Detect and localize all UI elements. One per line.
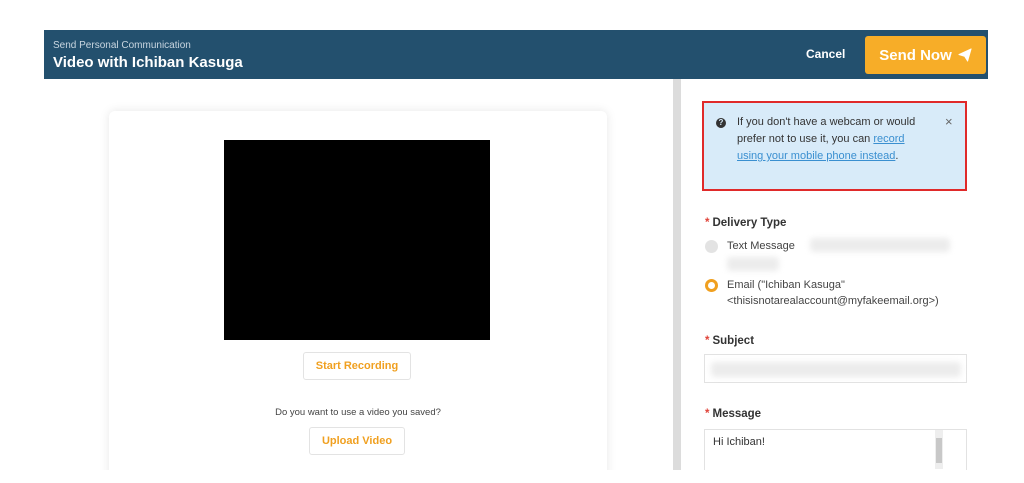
- saved-video-question: Do you want to use a video you saved?: [275, 407, 441, 418]
- message-textarea[interactable]: Hi Ichiban!: [704, 429, 967, 470]
- send-now-label: Send Now: [879, 46, 952, 64]
- redacted-subject: [711, 362, 961, 377]
- header-bar: Send Personal Communication Video with I…: [44, 30, 988, 79]
- text-message-label: Text Message: [727, 240, 795, 252]
- recorder-card: Start Recording Do you want to use a vid…: [109, 111, 607, 470]
- panel-divider[interactable]: [673, 79, 681, 470]
- email-radio[interactable]: [705, 279, 718, 292]
- page-subtitle: Send Personal Communication: [53, 40, 191, 51]
- paper-plane-icon: [958, 48, 972, 62]
- delivery-type-label: * Delivery Type: [705, 217, 786, 229]
- redacted-phone-line2: [727, 257, 779, 271]
- page-title: Video with Ichiban Kasuga: [53, 54, 243, 71]
- close-icon[interactable]: ×: [945, 114, 953, 129]
- question-circle-icon: ?: [716, 118, 726, 128]
- start-recording-button[interactable]: Start Recording: [303, 352, 411, 380]
- required-marker: *: [705, 335, 710, 347]
- alert-text-end: .: [895, 150, 899, 162]
- recorder-panel: Start Recording Do you want to use a vid…: [44, 79, 672, 470]
- cancel-button[interactable]: Cancel: [806, 47, 845, 61]
- subject-input[interactable]: [704, 354, 967, 383]
- redacted-phone: [810, 238, 950, 252]
- message-label: * Message: [705, 408, 761, 420]
- text-message-radio[interactable]: [705, 240, 718, 253]
- video-preview: [224, 140, 490, 340]
- send-now-button[interactable]: Send Now: [865, 36, 986, 74]
- email-label: Email ("Ichiban Kasuga" <thisisnotareala…: [727, 279, 939, 307]
- scrollbar-thumb[interactable]: [936, 438, 942, 463]
- app-window: Send Personal Communication Video with I…: [44, 30, 988, 470]
- webcam-alert: ? If you don't have a webcam or would pr…: [702, 101, 967, 191]
- message-label-text: Message: [712, 408, 762, 420]
- upload-video-button[interactable]: Upload Video: [309, 427, 405, 455]
- required-marker: *: [705, 217, 710, 229]
- delivery-type-text: Delivery Type: [712, 217, 787, 229]
- message-value: Hi Ichiban!: [713, 436, 765, 448]
- subject-label-text: Subject: [712, 335, 755, 347]
- required-marker: *: [705, 408, 710, 420]
- details-panel: ? If you don't have a webcam or would pr…: [681, 79, 988, 470]
- subject-label: * Subject: [705, 335, 754, 347]
- message-scrollbar[interactable]: [935, 430, 943, 469]
- alert-message: If you don't have a webcam or would pref…: [737, 114, 932, 165]
